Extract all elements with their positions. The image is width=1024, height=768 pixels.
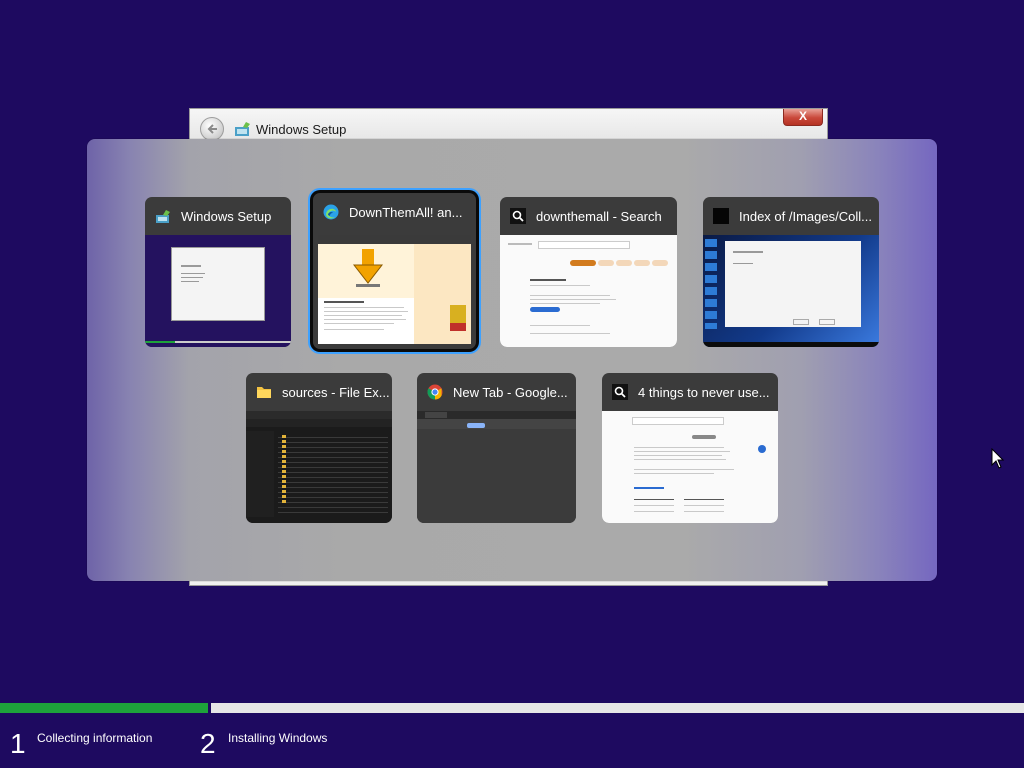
search-icon [612,384,628,400]
progress-step-divider [208,703,211,713]
windows-setup-icon [235,122,250,136]
tile-title: Index of /Images/Coll... [739,208,872,224]
mouse-cursor-icon [991,448,1005,469]
tile-header: DownThemAll! an... [313,193,476,231]
tile-header: downthemall - Search [500,197,677,235]
switcher-tile-chrome-new-tab[interactable]: New Tab - Google... [417,373,576,523]
switcher-tile-index-of-images[interactable]: Index of /Images/Coll... [703,197,879,347]
tile-title: New Tab - Google... [453,384,568,400]
tile-header: 4 things to never use... [602,373,778,411]
switcher-tile-windows-setup[interactable]: Windows Setup [145,197,291,347]
tile-title: downthemall - Search [536,208,662,224]
tile-header: sources - File Ex... [246,373,392,411]
tile-thumbnail [703,235,879,347]
tile-title: sources - File Ex... [282,384,390,400]
setup-titlebar: Windows Setup X [190,109,827,141]
tile-header: Windows Setup [145,197,291,235]
back-arrow-icon [207,124,217,134]
tile-thumbnail [246,411,392,523]
app-black-icon [713,208,729,224]
tile-thumbnail [500,235,677,347]
download-arrow-icon [352,249,384,287]
setup-progress-fill [0,703,210,713]
task-switcher: Windows Setup DownThemAll! an... downthe… [87,139,937,581]
switcher-tile-file-explorer[interactable]: sources - File Ex... [246,373,392,523]
setup-progress-bar [0,703,1024,713]
tile-title: Windows Setup [181,208,272,224]
tile-header: Index of /Images/Coll... [703,197,879,235]
tile-thumbnail [417,411,576,523]
tile-thumbnail [318,235,471,344]
tile-title: 4 things to never use... [638,384,770,400]
search-icon [510,208,526,224]
step-number: 2 [200,728,216,759]
folder-icon [256,384,272,400]
tile-header: New Tab - Google... [417,373,576,411]
tile-thumbnail [602,411,778,523]
setup-window-title: Windows Setup [256,122,347,137]
close-button[interactable]: X [783,109,823,126]
edge-icon [323,204,339,220]
back-button[interactable] [200,117,224,141]
tile-thumbnail [145,235,291,347]
switcher-tile-downthemall-search[interactable]: downthemall - Search [500,197,677,347]
tile-title: DownThemAll! an... [349,204,463,220]
step-label: Installing Windows [228,731,328,745]
step-label: Collecting information [37,731,153,745]
windows-setup-icon [155,208,171,224]
step-number: 1 [10,728,26,759]
switcher-tile-4-things-search[interactable]: 4 things to never use... [602,373,778,523]
switcher-tile-downthemall-edge[interactable]: DownThemAll! an... [313,193,476,349]
chrome-icon [427,384,443,400]
